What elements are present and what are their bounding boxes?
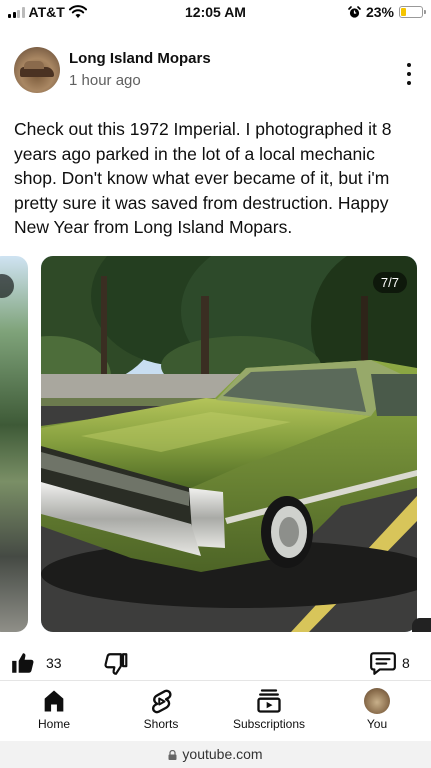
post-image[interactable]: 7/7: [41, 256, 417, 632]
status-right: 23%: [348, 4, 426, 20]
alarm-icon: [348, 5, 361, 18]
like-button[interactable]: [10, 650, 36, 676]
shorts-icon: [152, 689, 172, 714]
nav-shorts-label: Shorts: [143, 717, 179, 731]
dot-icon: [407, 72, 411, 76]
post-time: 1 hour ago: [69, 72, 141, 89]
previous-image[interactable]: [0, 256, 28, 632]
nav-subscriptions[interactable]: Subscriptions: [224, 687, 314, 737]
channel-name[interactable]: Long Island Mopars: [69, 50, 211, 67]
subscriptions-icon: [257, 689, 281, 713]
browser-url-bar[interactable]: youtube.com: [0, 741, 431, 768]
car-photo: [41, 256, 417, 632]
nav-subscriptions-label: Subscriptions: [232, 717, 306, 731]
more-options-button[interactable]: [401, 63, 417, 85]
nav-you[interactable]: You: [332, 687, 422, 737]
lock-icon: [168, 750, 177, 760]
home-icon: [44, 690, 64, 712]
nav-home[interactable]: Home: [9, 687, 99, 737]
nav-shorts[interactable]: Shorts: [116, 687, 206, 737]
dot-icon: [407, 63, 411, 67]
post-header: Long Island Mopars 1 hour ago: [14, 45, 419, 95]
comment-count: 8: [402, 655, 410, 671]
post-text: Check out this 1972 Imperial. I photogra…: [14, 119, 392, 237]
dislike-button[interactable]: [103, 651, 129, 677]
dot-icon: [407, 81, 411, 85]
status-bar: AT&T 12:05 AM 23%: [0, 0, 431, 26]
next-image[interactable]: [412, 618, 431, 632]
bottom-navigation: Home Shorts Subscriptions You: [0, 680, 431, 740]
nav-home-label: Home: [37, 717, 70, 731]
engagement-bar: 33 8: [0, 648, 431, 678]
avatar: [364, 688, 390, 714]
channel-avatar[interactable]: [14, 47, 60, 93]
comment-button[interactable]: [369, 650, 397, 676]
nav-you-label: You: [366, 717, 388, 731]
image-carousel[interactable]: 7/7: [0, 256, 431, 634]
url-text: youtube.com: [182, 746, 263, 762]
battery-icon: [399, 6, 426, 18]
image-counter-badge: 7/7: [372, 272, 407, 293]
battery-percent: 23%: [365, 4, 394, 20]
battery-level: [401, 8, 406, 16]
like-count: 33: [46, 655, 62, 671]
